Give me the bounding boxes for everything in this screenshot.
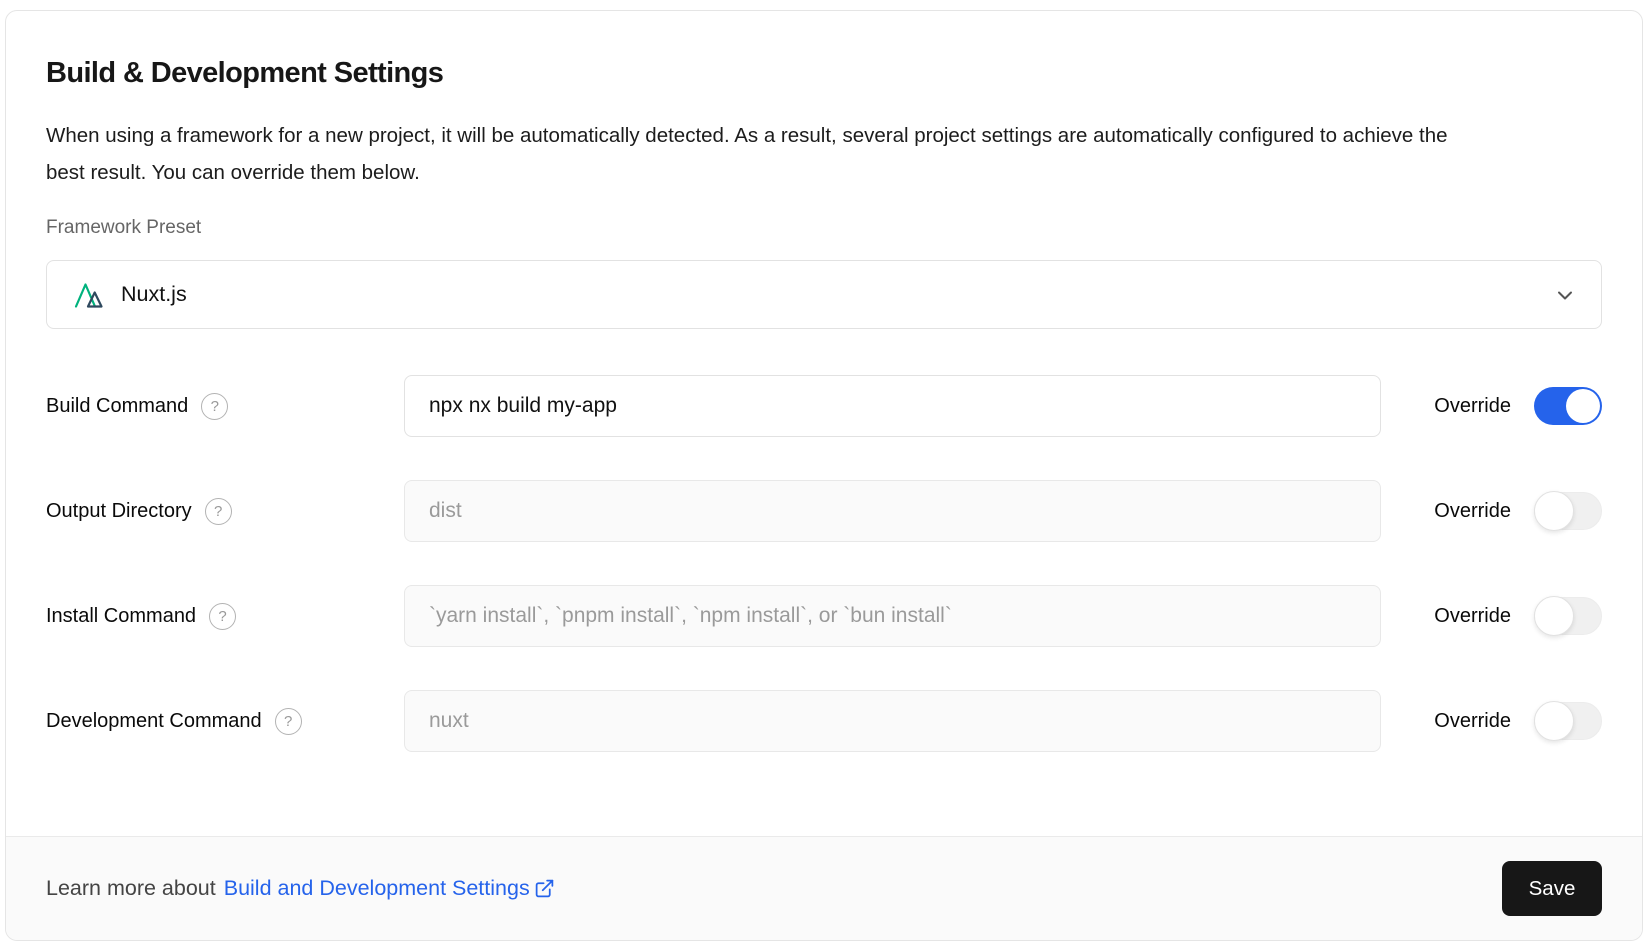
- install-command-label: Install Command: [46, 605, 196, 628]
- framework-preset-label: Framework Preset: [46, 217, 1602, 239]
- external-link-icon: [534, 878, 555, 899]
- learn-more-link-label: Build and Development Settings: [224, 876, 530, 901]
- help-icon[interactable]: ?: [275, 708, 302, 735]
- install-command-override-toggle[interactable]: [1534, 597, 1602, 635]
- learn-more-text: Learn more about Build and Development S…: [46, 876, 555, 901]
- output-directory-input[interactable]: [404, 480, 1381, 542]
- help-icon[interactable]: ?: [205, 498, 232, 525]
- development-command-label: Development Command: [46, 710, 262, 733]
- nuxt-logo-icon: [73, 280, 106, 309]
- toggle-knob: [1566, 389, 1600, 423]
- settings-description: When using a framework for a new project…: [46, 117, 1466, 191]
- override-label: Override: [1434, 395, 1511, 418]
- toggle-knob: [1534, 491, 1574, 531]
- override-label: Override: [1434, 710, 1511, 733]
- toggle-knob: [1534, 701, 1574, 741]
- page-title: Build & Development Settings: [46, 57, 1602, 90]
- toggle-knob: [1534, 596, 1574, 636]
- build-command-label: Build Command: [46, 395, 188, 418]
- output-directory-label: Output Directory: [46, 500, 192, 523]
- help-icon[interactable]: ?: [201, 393, 228, 420]
- build-dev-settings-link[interactable]: Build and Development Settings: [224, 876, 555, 901]
- override-label: Override: [1434, 605, 1511, 628]
- output-directory-row: Output Directory ? Override: [46, 480, 1602, 542]
- settings-rows: Build Command ? Override Output Director…: [46, 375, 1602, 752]
- development-command-override-toggle[interactable]: [1534, 702, 1602, 740]
- build-command-row: Build Command ? Override: [46, 375, 1602, 437]
- help-icon[interactable]: ?: [209, 603, 236, 630]
- install-command-input[interactable]: [404, 585, 1381, 647]
- development-command-input[interactable]: [404, 690, 1381, 752]
- card-footer: Learn more about Build and Development S…: [6, 836, 1642, 940]
- install-command-row: Install Command ? Override: [46, 585, 1602, 647]
- framework-preset-value: Nuxt.js: [121, 282, 187, 307]
- learn-more-prefix: Learn more about: [46, 876, 216, 901]
- development-command-row: Development Command ? Override: [46, 690, 1602, 752]
- override-label: Override: [1434, 500, 1511, 523]
- build-command-input[interactable]: [404, 375, 1381, 437]
- build-dev-settings-card: Build & Development Settings When using …: [5, 10, 1643, 941]
- save-button[interactable]: Save: [1502, 861, 1602, 916]
- build-command-override-toggle[interactable]: [1534, 387, 1602, 425]
- output-directory-override-toggle[interactable]: [1534, 492, 1602, 530]
- chevron-down-icon: [1553, 283, 1577, 307]
- framework-preset-select[interactable]: Nuxt.js: [46, 260, 1602, 329]
